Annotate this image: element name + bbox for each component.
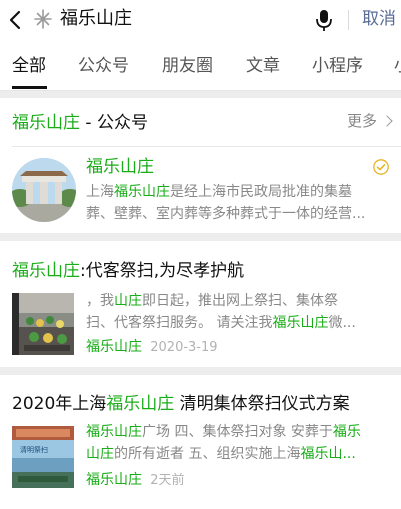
- tab-official-accounts[interactable]: 公众号: [78, 54, 129, 78]
- article-thumbnail: [12, 293, 74, 355]
- article-title[interactable]: 福乐山庄:代客祭扫,为尽孝护航: [12, 259, 244, 283]
- article-meta: 福乐山庄 2020-3-19: [86, 337, 218, 358]
- verified-icon: [373, 159, 389, 175]
- search-bar: 福乐山庄 取消: [0, 0, 401, 40]
- article-card[interactable]: 2020年上海福乐山庄 清明集体祭扫仪式方案 清明祭扫 福乐山庄广场 四、集体祭…: [0, 375, 401, 509]
- active-tab-indicator: [12, 86, 47, 89]
- article-snippet: 福乐山庄广场 四、集体祭扫对象 安葬于福乐 山庄的所有逝者 五、组织实施上海福乐…: [86, 424, 361, 462]
- section-title: 福乐山庄 - 公众号: [12, 113, 148, 133]
- article-meta: 福乐山庄 2天前: [86, 470, 185, 491]
- divider: [12, 146, 401, 147]
- tab-articles[interactable]: 文章: [246, 54, 280, 78]
- chevron-right-icon: [381, 115, 393, 127]
- microphone-icon[interactable]: [315, 8, 333, 32]
- search-input[interactable]: 福乐山庄: [60, 7, 132, 31]
- account-name[interactable]: 福乐山庄: [86, 156, 154, 178]
- filter-tabs: 全部 公众号 朋友圈 文章 小程序 小: [0, 40, 401, 91]
- article-card[interactable]: 福乐山庄:代客祭扫,为尽孝护航 ，我山庄即日起，推出网上祭扫、集体祭 扫、代客祭…: [0, 241, 401, 367]
- article-source[interactable]: 福乐山庄: [86, 339, 142, 355]
- article-source[interactable]: 福乐山庄: [86, 472, 142, 488]
- article-title[interactable]: 2020年上海福乐山庄 清明集体祭扫仪式方案: [12, 392, 350, 416]
- article-snippet: ，我山庄即日起，推出网上祭扫、集体祭 扫、代客祭扫服务。 请关注我福乐山庄微..…: [86, 293, 356, 331]
- tab-all[interactable]: 全部: [12, 54, 46, 78]
- tab-moments[interactable]: 朋友圈: [162, 54, 213, 78]
- tab-more[interactable]: 小: [394, 54, 401, 78]
- archway-icon: [12, 158, 76, 222]
- back-icon[interactable]: [6, 8, 26, 32]
- account-description: 上海福乐山庄是经上海市民政局批准的集墓 葬、壁葬、室内葬等多种葬式于一体的经营.…: [86, 184, 366, 222]
- tab-mini-programs[interactable]: 小程序: [312, 54, 363, 78]
- cancel-button[interactable]: 取消: [362, 7, 396, 31]
- more-button[interactable]: 更多: [347, 110, 393, 131]
- sparkle-icon: [34, 9, 52, 29]
- article-date: 2天前: [150, 473, 185, 488]
- divider: [348, 10, 349, 30]
- official-account-section: 福乐山庄 - 公众号 更多 福乐山庄 上海福乐山庄是经上海市民政局批准的集墓 葬…: [0, 98, 401, 233]
- article-thumbnail: 清明祭扫: [12, 426, 74, 488]
- svg-text:清明祭扫: 清明祭扫: [20, 445, 48, 454]
- account-avatar[interactable]: [12, 158, 76, 222]
- article-date: 2020-3-19: [150, 340, 218, 355]
